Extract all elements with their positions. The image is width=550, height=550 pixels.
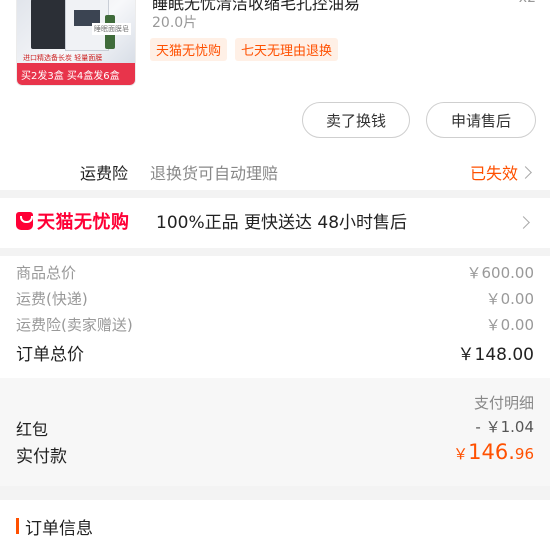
order-total-value: ￥148.00 [457,345,534,365]
paid-integer: 146. [468,440,515,464]
product-quantity: x2 [519,0,536,6]
tmall-bag-icon [16,212,33,230]
insurance-label: 运费险 [80,164,129,183]
product-box-dark [31,0,69,49]
fee-label: 运费(快递) [16,290,88,308]
thumb-badge: 睡眠面膜皂 [92,23,131,35]
chevron-right-icon [519,166,532,179]
red-packet-value: - ￥1.04 [475,418,534,436]
order-total-label: 订单总价 [16,345,84,365]
section-divider [0,486,550,500]
section-divider [0,248,550,256]
fee-value: ￥0.00 [485,316,534,334]
thumb-note: 进口精选备长炭 轻量面膜 [23,54,103,62]
fee-row-goods-total: 商品总价 ￥600.00 [0,262,550,288]
tag-tmall-worry-free: 天猫无忧购 [150,38,228,61]
fee-label: 商品总价 [16,264,77,282]
shipping-insurance-row[interactable]: 运费险 退换货可自动理赔 已失效 [0,154,550,190]
paid-amount: ￥146.96 [453,440,534,464]
sell-button[interactable]: 卖了换钱 [302,102,410,138]
red-packet-label: 红包 [16,420,49,439]
tmall-brand-text: 天猫无忧购 [37,212,130,233]
insurance-desc: 退换货可自动理赔 [150,164,279,183]
section-accent-bar [16,518,19,534]
paid-label: 实付款 [16,447,67,467]
fee-row-shipping: 运费(快递) ￥0.00 [0,288,550,314]
order-info-title: 订单信息 [25,519,93,539]
fee-row-insurance: 运费险(卖家赠送) ￥0.00 [0,314,550,340]
section-divider [0,190,550,198]
order-info-header: 订单信息 [0,500,550,550]
thumb-banner: 买2发3盒 买4盒发6盒 [17,63,135,85]
fee-value: ￥0.00 [485,290,534,308]
product-spec: 20.0片 [152,15,198,31]
order-total-row: 订单总价 ￥148.00 [0,340,550,368]
payment-summary: 支付明细 红包 - ￥1.04 实付款 ￥146.96 [0,378,550,486]
payment-detail-link[interactable]: 支付明细 [474,392,534,413]
product-thumbnail[interactable]: 睡眠面膜皂 进口精选备长炭 轻量面膜 买2发3盒 买4盒发6盒 [16,0,136,86]
tmall-logo: 天猫无忧购 [16,208,130,234]
tag-seven-day-return: 七天无理由退换 [235,38,339,61]
thumb-banner-text: 买2发3盒 买4盒发6盒 [21,71,120,82]
product-tags: 天猫无忧购 七天无理由退换 [150,38,339,61]
guarantee-points: 100%正品 更快送达 48小时售后 [156,213,408,233]
after-sale-button[interactable]: 申请售后 [426,102,536,138]
paid-currency: ￥ [453,445,469,463]
tmall-guarantee-row[interactable]: 天猫无忧购 100%正品 更快送达 48小时售后 [0,198,550,248]
product-card[interactable]: 睡眠面膜皂 进口精选备长炭 轻量面膜 买2发3盒 买4盒发6盒 睡眠无忧清洁收缩… [0,0,550,96]
fee-value: ￥600.00 [466,264,535,282]
paid-decimal: 96 [514,445,534,463]
chevron-right-icon [517,216,530,229]
fee-label: 运费险(卖家赠送) [16,316,133,334]
insurance-status: 已失效 [469,164,518,183]
